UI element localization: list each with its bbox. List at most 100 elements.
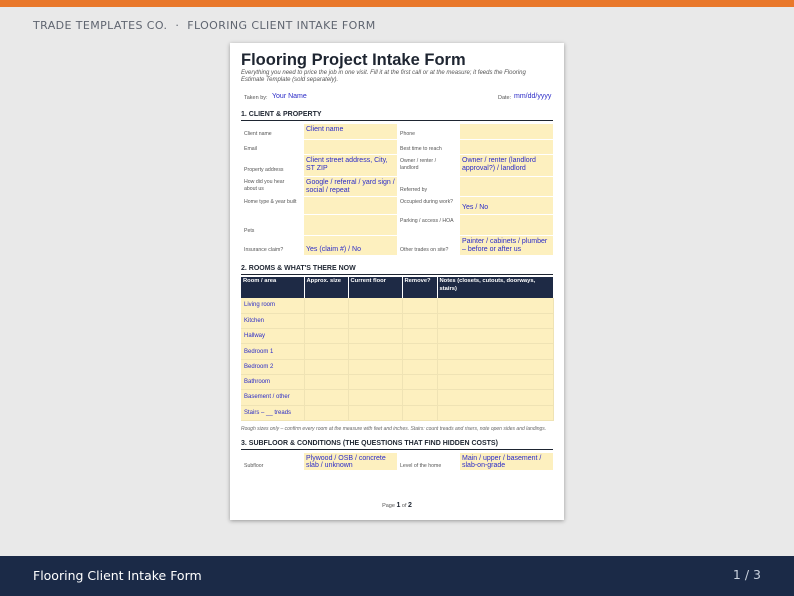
home-type-label: Home type & year built	[244, 199, 297, 205]
room-name[interactable]: Bedroom 2	[241, 359, 305, 375]
date-field[interactable]: mm/dd/yyyy	[514, 93, 551, 100]
property-address-field[interactable]: Client street address, City, ST ZIP	[304, 155, 397, 176]
size-cell[interactable]	[304, 313, 349, 330]
size-cell[interactable]	[304, 359, 349, 375]
footer-bar: Flooring Client Intake Form 1 / 3	[0, 556, 794, 596]
size-cell[interactable]	[304, 328, 349, 345]
notes-cell[interactable]	[437, 328, 554, 345]
table-row: Bathroom	[241, 374, 554, 391]
size-cell[interactable]	[304, 405, 349, 421]
document-subtitle: Everything you need to price the job in …	[241, 70, 526, 83]
other-trades-field[interactable]: Painter / cabinets / plumber – before or…	[460, 236, 553, 255]
notes-cell[interactable]	[437, 359, 554, 375]
table-row: Hallway	[241, 328, 554, 345]
notes-cell[interactable]	[437, 405, 554, 421]
taken-by-field[interactable]: Your Name	[272, 93, 307, 100]
room-name[interactable]: Basement / other	[241, 389, 305, 406]
floor-cell[interactable]	[348, 313, 403, 330]
property-address-label: Property address	[244, 167, 284, 173]
home-type-field[interactable]	[304, 197, 397, 214]
best-time-field[interactable]	[460, 140, 553, 154]
room-name[interactable]: Living room	[241, 298, 305, 314]
remove-cell[interactable]	[402, 343, 438, 360]
floor-cell[interactable]	[348, 328, 403, 345]
rooms-table: Room / area Approx. size Current floor R…	[241, 277, 554, 421]
remove-cell[interactable]	[402, 405, 438, 421]
page-total: 2	[408, 502, 412, 509]
section-client-property-title: 1. CLIENT & PROPERTY	[241, 110, 553, 121]
subfloor-label: Subfloor	[244, 462, 264, 469]
floor-cell[interactable]	[348, 374, 403, 391]
notes-cell[interactable]	[437, 389, 554, 406]
room-name[interactable]: Hallway	[241, 328, 305, 345]
floor-cell[interactable]	[348, 343, 403, 360]
owner-label: Owner / renter / landlord	[400, 158, 437, 171]
remove-cell[interactable]	[402, 359, 438, 375]
notes-cell[interactable]	[437, 374, 554, 391]
column-header: Approx. size	[304, 277, 349, 298]
level-label: Level of the home	[400, 462, 442, 469]
referred-label: Referred by	[400, 187, 428, 193]
room-name[interactable]: Stairs – __ treads	[241, 405, 305, 421]
client-name-field[interactable]: Client name	[304, 124, 397, 139]
floor-cell[interactable]	[348, 389, 403, 406]
room-name[interactable]: Kitchen	[241, 313, 305, 330]
heard-field[interactable]: Google / referral / yard sign / social /…	[304, 177, 397, 196]
size-cell[interactable]	[304, 374, 349, 391]
phone-field[interactable]	[460, 124, 553, 139]
room-name[interactable]: Bedroom 1	[241, 343, 305, 360]
column-header: Notes (closets, cutouts, doorways, stair…	[437, 277, 554, 298]
rooms-header-row: Room / area Approx. size Current floor R…	[241, 277, 554, 298]
page-header: TRADE TEMPLATES CO. · FLOORING CLIENT INTA…	[33, 19, 376, 32]
table-row: Living room	[241, 298, 554, 314]
column-header: Room / area	[241, 277, 305, 298]
size-cell[interactable]	[304, 343, 349, 360]
client-name-label: Client name	[244, 131, 272, 137]
room-name[interactable]: Bathroom	[241, 374, 305, 391]
size-cell[interactable]	[304, 389, 349, 406]
pets-label: Pets	[244, 228, 255, 234]
column-header: Current floor	[348, 277, 403, 298]
page-of: of	[401, 503, 407, 509]
pets-field[interactable]	[304, 215, 397, 235]
document-title: Flooring Project Intake Form	[241, 51, 466, 69]
client-property-grid: Client name Client name Phone Email Best…	[241, 124, 553, 264]
subfloor-grid: Subfloor Plywood / OSB / concrete slab /…	[241, 452, 553, 473]
insurance-label: Insurance claim?	[244, 247, 284, 253]
floor-cell[interactable]	[348, 298, 403, 314]
notes-cell[interactable]	[437, 313, 554, 330]
parking-label: Parking / access / HOA	[400, 218, 454, 224]
rooms-note: Rough sizes only – confirm every room at…	[241, 425, 547, 432]
brand-name: TRADE TEMPLATES CO.	[33, 19, 168, 32]
table-row: Kitchen	[241, 313, 554, 330]
owner-field[interactable]: Owner / renter (landlord approval?) / la…	[460, 155, 553, 176]
parking-field[interactable]	[460, 215, 553, 235]
footer-title: Flooring Client Intake Form	[33, 568, 202, 583]
insurance-field[interactable]: Yes (claim #) / No	[304, 236, 397, 255]
page-prefix: Page	[382, 503, 395, 509]
notes-cell[interactable]	[437, 298, 554, 314]
referred-field[interactable]	[460, 177, 553, 196]
other-trades-label: Other trades on site?	[400, 247, 449, 253]
remove-cell[interactable]	[402, 374, 438, 391]
floor-cell[interactable]	[348, 405, 403, 421]
size-cell[interactable]	[304, 298, 349, 314]
remove-cell[interactable]	[402, 328, 438, 345]
section-subfloor-title: 3. SUBFLOOR & CONDITIONS (THE QUESTIONS …	[241, 439, 553, 450]
accent-bar	[0, 0, 794, 7]
floor-cell[interactable]	[348, 359, 403, 375]
phone-label: Phone	[400, 131, 416, 137]
email-label: Email	[244, 146, 257, 152]
header-title: FLOORING CLIENT INTAKE FORM	[187, 19, 376, 32]
remove-cell[interactable]	[402, 298, 438, 314]
remove-cell[interactable]	[402, 389, 438, 406]
occupied-field[interactable]: Yes / No	[460, 197, 553, 214]
notes-cell[interactable]	[437, 343, 554, 360]
remove-cell[interactable]	[402, 313, 438, 330]
level-field[interactable]: Main / upper / basement / slab-on-grade	[460, 452, 553, 470]
subfloor-field[interactable]: Plywood / OSB / concrete slab / unknown	[304, 452, 397, 470]
email-field[interactable]	[304, 140, 397, 154]
column-header: Remove?	[402, 277, 438, 298]
taken-by-label: Taken by:	[244, 95, 268, 101]
document-preview: Flooring Project Intake Form Everything …	[230, 43, 564, 520]
